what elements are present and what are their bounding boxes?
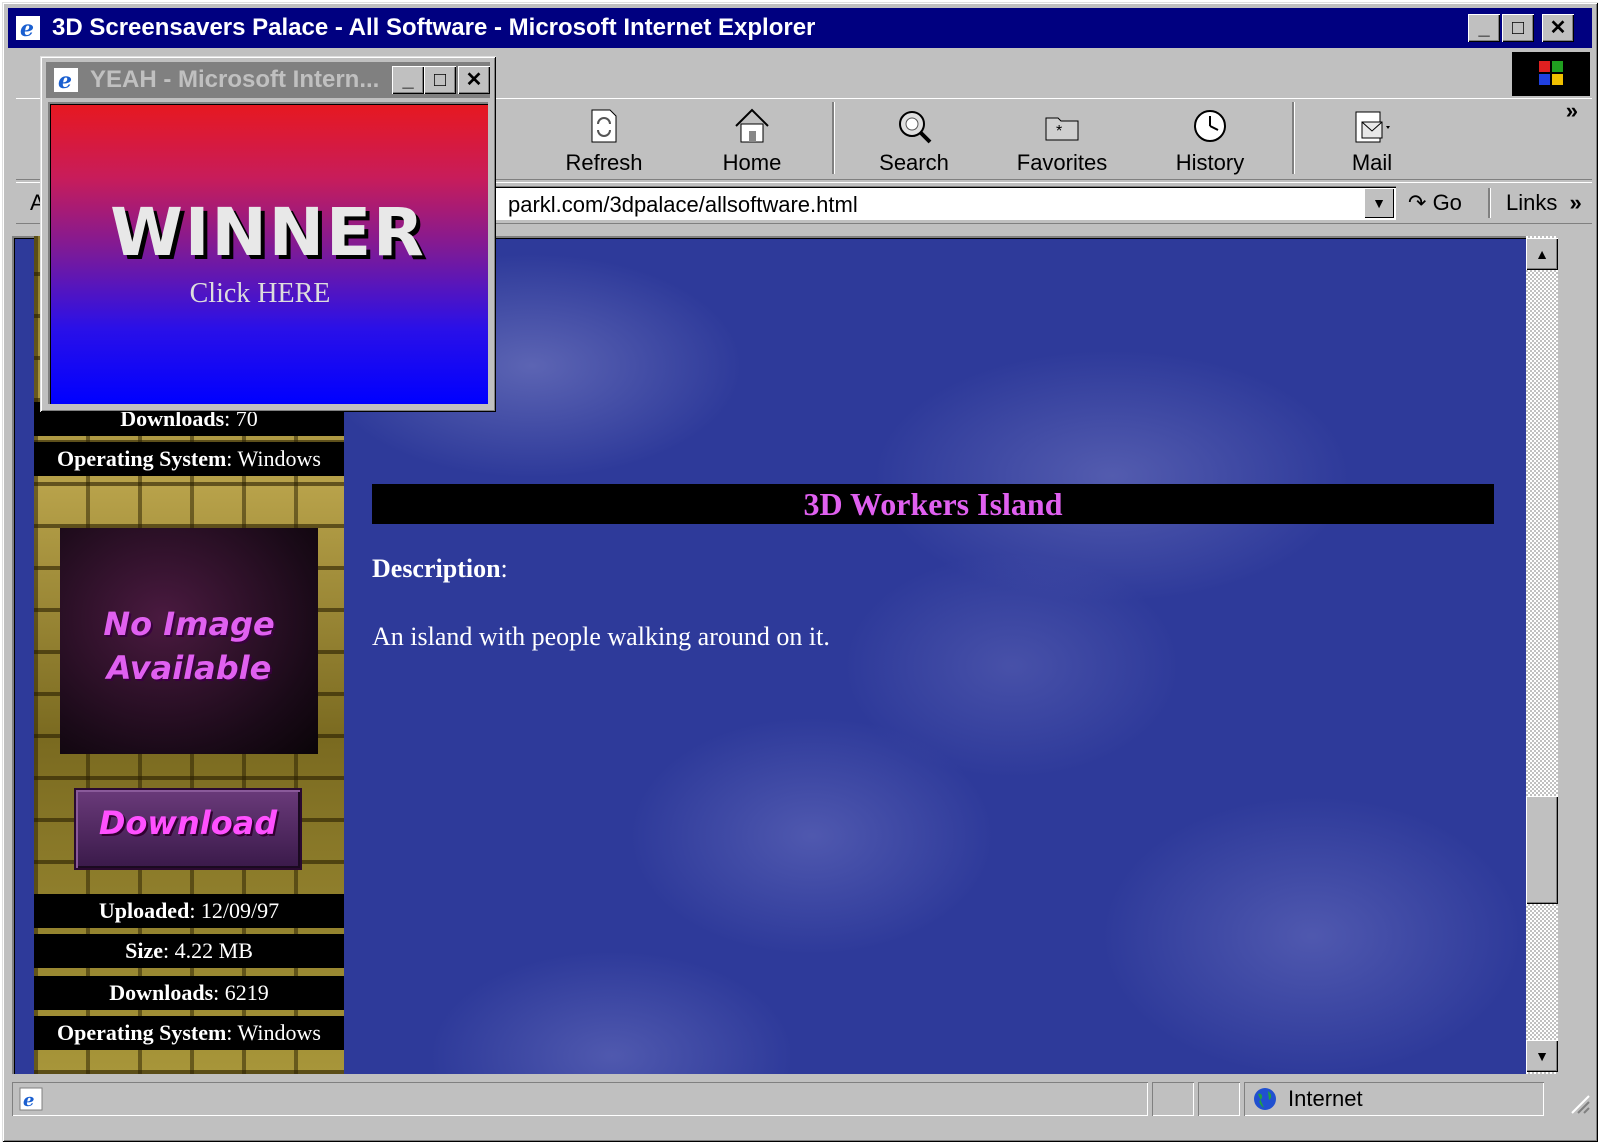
no-image-text: No Image Available <box>103 605 275 687</box>
globe-icon <box>1254 1088 1276 1110</box>
popup-ad-banner[interactable]: WINNER Click HERE <box>48 102 488 404</box>
go-button[interactable]: ↷ Go <box>1408 186 1478 220</box>
ie-logo-icon: e <box>16 16 40 42</box>
popup-window: e YEAH - Microsoft Intern... _ □ ✕ WINNE… <box>40 56 496 412</box>
search-icon <box>899 111 932 144</box>
status-text-pane <box>12 1082 1148 1116</box>
toolbar-separator <box>1292 102 1294 174</box>
click-here-link[interactable]: Click HERE <box>48 278 472 310</box>
refresh-label: Refresh <box>565 150 643 175</box>
status-pane <box>1152 1082 1194 1116</box>
favorites-label: Favorites <box>1016 150 1108 175</box>
popup-maximize-button[interactable]: □ <box>424 66 456 94</box>
refresh-icon <box>591 109 617 143</box>
uploaded-value: : 12/09/97 <box>189 898 280 923</box>
no-image-placeholder: No Image Available <box>60 528 318 754</box>
svg-text:e: e <box>20 16 34 42</box>
top-os-row: Operating System: Windows <box>34 442 344 476</box>
winner-headline: WINNER <box>110 194 426 271</box>
mail-icon <box>1355 111 1390 143</box>
download-label: Download <box>98 804 278 842</box>
minimize-button[interactable]: _ <box>1468 14 1500 42</box>
search-label: Search <box>879 150 949 175</box>
zone-pane: Internet <box>1244 1082 1544 1116</box>
download-button[interactable]: Download <box>74 788 302 870</box>
scroll-down-button[interactable]: ▼ <box>1526 1040 1558 1072</box>
popup-minimize-button[interactable]: _ <box>392 66 424 94</box>
resize-grip-icon[interactable] <box>1568 1092 1590 1114</box>
window-title: 3D Screensavers Palace - All Software - … <box>52 14 816 41</box>
search-button[interactable]: Search <box>854 102 974 176</box>
favorites-button[interactable]: * Favorites <box>1002 102 1122 176</box>
refresh-button[interactable]: Refresh <box>544 102 664 176</box>
popup-title-bar[interactable]: e YEAH - Microsoft Intern... _ □ ✕ <box>46 62 490 98</box>
downloads-label: Downloads <box>109 980 214 1005</box>
go-arrow-icon: ↷ <box>1408 190 1427 215</box>
windows-flag-icon <box>1539 61 1563 85</box>
toolbar-separator <box>832 102 834 174</box>
ie-logo-icon: e <box>54 68 78 94</box>
scroll-thumb[interactable] <box>1526 796 1558 904</box>
address-separator <box>1488 188 1490 218</box>
vertical-scrollbar[interactable]: ▲ ▼ <box>1526 236 1558 1074</box>
links-label: Links <box>1506 190 1558 215</box>
close-button[interactable]: ✕ <box>1542 14 1574 42</box>
address-dropdown-button[interactable]: ▼ <box>1364 188 1394 218</box>
toolbar-more-chevron-icon[interactable]: » <box>1566 98 1578 124</box>
size-row: Size: 4.22 MB <box>34 934 344 968</box>
address-url: parkl.com/3dpalace/allsoftware.html <box>508 192 858 217</box>
svg-text:e: e <box>58 68 72 94</box>
mail-button[interactable]: Mail <box>1312 102 1432 176</box>
downloads-value: : 6219 <box>213 980 269 1005</box>
svg-text:*: * <box>1056 123 1062 140</box>
links-chevron-icon: » <box>1569 190 1582 215</box>
description-label: Description <box>372 554 501 583</box>
product-title: 3D Workers Island <box>372 484 1494 524</box>
maximize-button[interactable]: □ <box>1502 14 1534 42</box>
history-label: History <box>1175 150 1245 175</box>
uploaded-label: Uploaded <box>98 898 190 923</box>
popup-close-button[interactable]: ✕ <box>458 66 490 94</box>
top-os-value: : Windows <box>226 446 321 471</box>
size-value: : 4.22 MB <box>163 938 253 963</box>
status-bar: e Internet <box>10 1080 1594 1120</box>
title-bar[interactable]: e 3D Screensavers Palace - All Software … <box>8 8 1592 48</box>
favorites-icon: * <box>1045 117 1079 141</box>
status-pane <box>1198 1082 1240 1116</box>
history-icon <box>1194 110 1226 142</box>
zone-label: Internet <box>1288 1086 1363 1111</box>
uploaded-row: Uploaded: 12/09/97 <box>34 894 344 928</box>
os-label: Operating System <box>57 1020 227 1045</box>
windows-logo <box>1512 52 1590 96</box>
size-label: Size <box>125 938 164 963</box>
links-button[interactable]: Links » <box>1506 186 1586 220</box>
mail-label: Mail <box>1351 150 1393 175</box>
os-row: Operating System: Windows <box>34 1016 344 1050</box>
top-os-label: Operating System <box>57 446 227 471</box>
home-icon <box>735 108 769 143</box>
description-heading: Description: <box>372 554 508 584</box>
downloads-row: Downloads: 6219 <box>34 976 344 1010</box>
history-button[interactable]: History <box>1150 102 1270 176</box>
home-button[interactable]: Home <box>692 102 812 176</box>
home-label: Home <box>722 150 782 175</box>
scroll-up-button[interactable]: ▲ <box>1526 238 1558 270</box>
description-colon: : <box>500 554 508 583</box>
description-text: An island with people walking around on … <box>372 622 830 651</box>
go-label: Go <box>1432 190 1462 215</box>
popup-title: YEAH - Microsoft Intern... <box>90 66 380 93</box>
os-value: : Windows <box>226 1020 321 1045</box>
